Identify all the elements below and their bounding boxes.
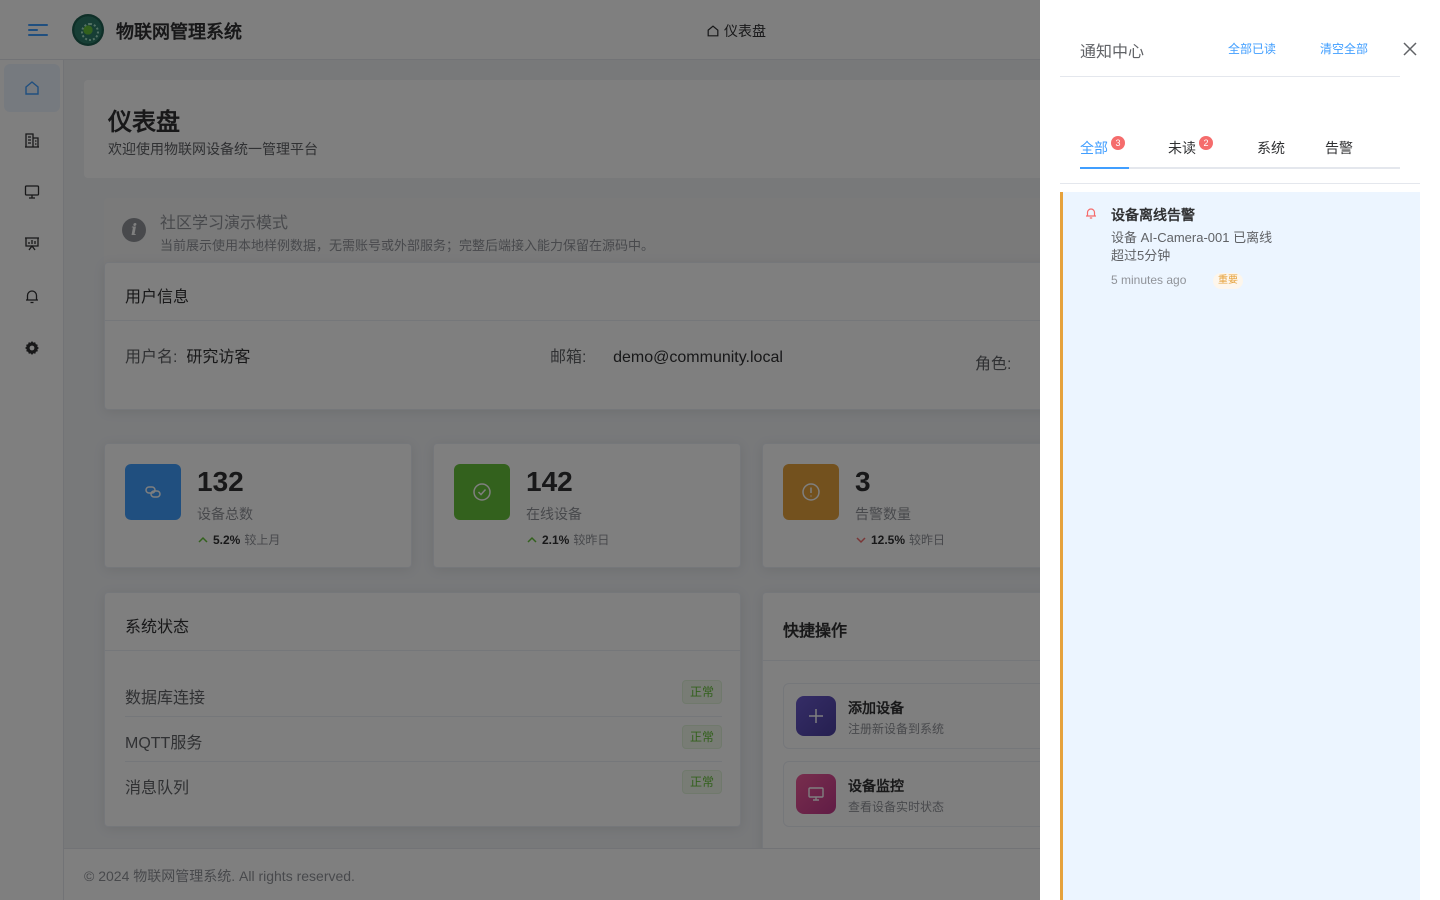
bell-icon bbox=[1086, 208, 1096, 219]
priority-badge: 重要 bbox=[1213, 273, 1243, 289]
notification-body: 设备 AI-Camera-001 已离线超过5分钟 bbox=[1111, 230, 1273, 263]
active-tab-indicator bbox=[1080, 167, 1129, 169]
tab-label: 全部 bbox=[1080, 140, 1108, 156]
count-badge: 3 bbox=[1111, 136, 1125, 150]
notification-tabs: 全部 3 未读 2 系统 告警 bbox=[1080, 136, 1400, 169]
tab-label: 未读 bbox=[1168, 140, 1196, 156]
drawer-divider bbox=[1060, 76, 1400, 77]
count-badge: 2 bbox=[1199, 136, 1213, 150]
notification-time: 5 minutes ago bbox=[1111, 273, 1187, 287]
clear-all-button[interactable]: 清空全部 bbox=[1320, 40, 1368, 57]
drawer-title: 通知中心 bbox=[1080, 44, 1145, 61]
notification-item[interactable]: 设备离线告警 设备 AI-Camera-001 已离线超过5分钟 5 minut… bbox=[1060, 192, 1420, 900]
notification-drawer: 通知中心 全部已读 清空全部 全部 3 未读 2 系统 告警 设备离线告警 设备… bbox=[1040, 0, 1440, 900]
tab-system[interactable]: 系统 bbox=[1257, 138, 1285, 158]
notification-title: 设备离线告警 bbox=[1111, 207, 1195, 223]
tabs-divider bbox=[1060, 183, 1420, 184]
tab-all[interactable]: 全部 3 bbox=[1080, 136, 1125, 158]
tab-label: 系统 bbox=[1257, 140, 1285, 156]
tab-unread[interactable]: 未读 2 bbox=[1168, 136, 1213, 158]
close-icon[interactable] bbox=[1402, 41, 1418, 57]
mark-all-read-button[interactable]: 全部已读 bbox=[1228, 40, 1276, 57]
tab-alerts[interactable]: 告警 bbox=[1325, 138, 1353, 158]
tab-label: 告警 bbox=[1325, 140, 1353, 156]
